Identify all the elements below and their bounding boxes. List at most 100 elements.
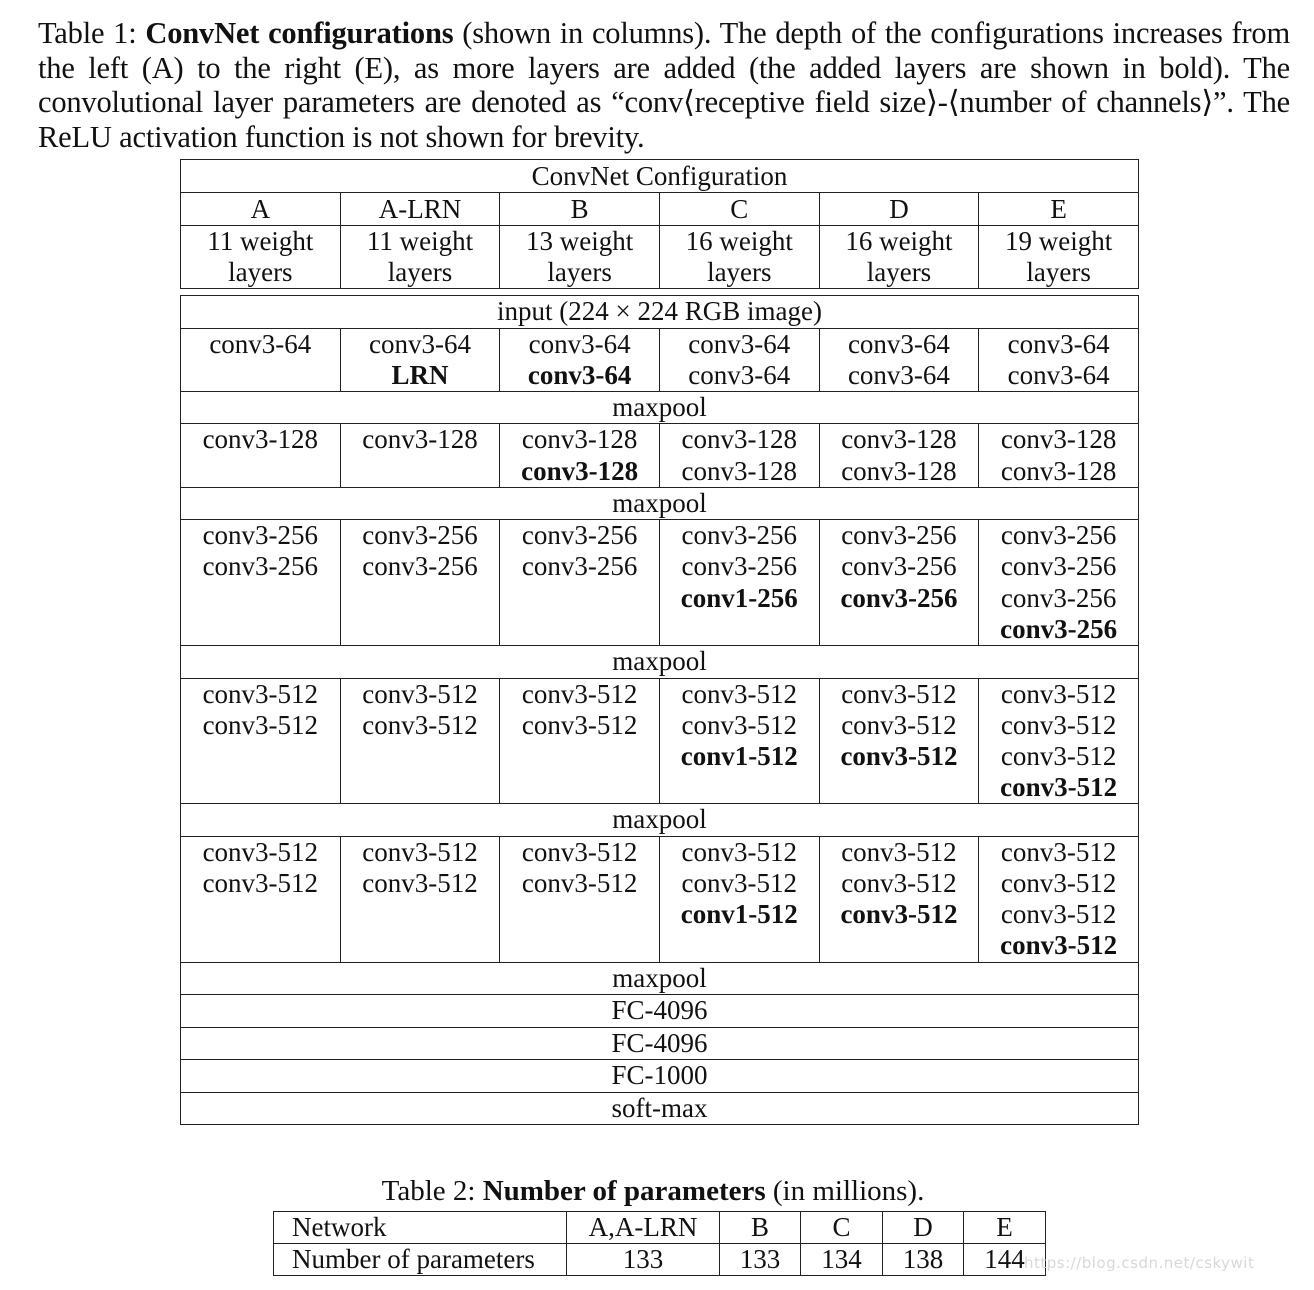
layer-entry: conv3-512 — [521, 836, 638, 867]
empty-line — [500, 583, 659, 614]
table2-header-row: Network A,A-LRN B C D E — [273, 1211, 1046, 1244]
conv-cell: conv3-256 conv3-256 — [180, 519, 341, 646]
layer-entry: LRN — [391, 359, 449, 390]
fc-layer-cell: FC-4096 — [180, 1026, 1139, 1060]
table1-caption-label: Table 1: — [38, 16, 137, 50]
conv-cell: conv3-64 conv3-64 — [499, 327, 660, 392]
conv-cell: conv3-512 conv3-512 — [499, 677, 660, 805]
layer-entry: conv3-256 — [1000, 551, 1117, 582]
layer-entry: conv1-512 — [680, 740, 798, 771]
empty-line — [660, 772, 819, 803]
empty-line — [820, 772, 979, 803]
depth-line: 16 weight — [845, 226, 953, 256]
depth-line: 16 weight — [685, 226, 793, 256]
conv-cell: conv3-128 conv3-128 — [658, 423, 820, 488]
layer-entry: conv3-128 — [521, 455, 639, 486]
maxpool-layer: maxpool — [612, 391, 707, 422]
empty-line — [500, 741, 659, 772]
depth-line: 11 weight — [207, 226, 314, 256]
layer-entry: conv3-512 — [681, 709, 798, 740]
layer-entry: conv3-512 — [362, 709, 478, 740]
column-name-cell: A-LRN — [339, 192, 501, 226]
depth-line: 19 weight — [1005, 226, 1113, 256]
softmax-layer-row: soft-max — [180, 1091, 1139, 1125]
depth-line: 11 weight — [366, 226, 474, 256]
column-name: B — [570, 194, 589, 224]
empty-line — [181, 772, 340, 803]
conv-block-row: conv3-64 conv3-64 LRN conv3-64 conv3-64 conv… — [180, 327, 1139, 392]
conv-cell: conv3-512 conv3-512 conv3-512 conv3-512 — [978, 835, 1139, 963]
column-name: D — [889, 194, 909, 224]
layer-entry: conv1-512 — [680, 899, 798, 930]
depth-cell: 13 weight layers — [499, 225, 660, 289]
layer-entry: conv3-128 — [521, 424, 638, 455]
layer-entry: conv3-64 — [368, 328, 471, 359]
table1-title: ConvNet Configuration — [531, 161, 788, 191]
layer-entry: conv3-64 — [688, 328, 791, 359]
conv-cell: conv3-512 conv3-512 — [339, 677, 501, 805]
layer-entry: conv3-512 — [840, 899, 958, 930]
layer-entry: conv3-256 — [681, 520, 798, 551]
conv-cell: conv3-256 conv3-256 conv3-256 — [818, 519, 980, 646]
empty-line — [820, 930, 979, 961]
conv-cell: conv3-512 conv3-512 — [180, 835, 341, 963]
table1-depth-row: 11 weight layers 11 weight layers 13 weight l… — [180, 225, 1139, 289]
layer-entry: conv3-512 — [840, 740, 958, 771]
conv-cell: conv3-512 conv3-512 conv1-512 — [658, 677, 820, 805]
fc-layer-row: FC-4096 — [180, 1026, 1139, 1060]
maxpool-layer-row: maxpool — [180, 486, 1139, 521]
fc-layer: FC-4096 — [611, 995, 708, 1025]
empty-line — [341, 930, 500, 961]
table1-body: input (224 × 224 RGB image) conv3-64 conv… — [180, 295, 1139, 1125]
layer-entry: conv3-512 — [362, 678, 478, 709]
layer-entry: conv3-64 — [1007, 328, 1110, 359]
layer-entry: conv3-64 — [528, 328, 631, 359]
layer-entry: conv3-64 — [688, 359, 791, 390]
layer-entry: conv3-512 — [1000, 678, 1117, 709]
table2-header-cell: D — [882, 1211, 964, 1244]
column-name: C — [730, 194, 749, 224]
conv-block-row: conv3-512 conv3-512 conv3-512 conv3-512 co… — [180, 835, 1139, 963]
conv-cell: conv3-64 conv3-64 — [658, 327, 820, 392]
layer-entry: conv3-128 — [841, 424, 957, 455]
table2-caption-text: (in millions). — [772, 1175, 925, 1207]
layer-entry: conv3-512 — [1000, 772, 1118, 803]
layer-entry: conv3-256 — [840, 582, 958, 613]
table2: Network A,A-LRN B C D E Number of parame… — [273, 1211, 1046, 1276]
layer-entry: conv3-512 — [202, 678, 319, 709]
empty-line — [181, 614, 340, 645]
table1-title-cell: ConvNet Configuration — [180, 159, 1139, 193]
table2-caption: Table 2: Number of parameters (in millio… — [0, 1175, 1314, 1208]
column-name-cell: C — [658, 192, 820, 226]
column-name: A-LRN — [378, 194, 462, 224]
layer-entry: conv3-256 — [681, 551, 798, 582]
empty-line — [181, 741, 340, 772]
conv-cell: conv3-64 — [180, 327, 341, 392]
layer-entry: conv3-256 — [362, 551, 478, 582]
maxpool-layer-row: maxpool — [180, 803, 1139, 837]
empty-line — [181, 930, 340, 961]
table2-data-row: Number of parameters 133 133 134 138 144 — [273, 1243, 1046, 1276]
layer-entry: conv3-256 — [202, 520, 319, 551]
conv-cell: conv3-128 — [339, 423, 501, 488]
depth-line: layers — [866, 257, 932, 287]
layer-entry: conv3-128 — [681, 424, 798, 455]
maxpool-layer-cell: maxpool — [180, 645, 1139, 679]
table2-value-cell: 134 — [800, 1243, 883, 1276]
empty-line — [341, 456, 500, 487]
layer-entry: conv3-512 — [681, 836, 798, 867]
empty-line — [500, 899, 659, 930]
maxpool-layer-row: maxpool — [180, 645, 1139, 679]
conv-cell: conv3-512 conv3-512 — [499, 835, 660, 963]
layer-entry: conv3-512 — [1000, 836, 1117, 867]
table2-row-label: Number of parameters — [273, 1243, 567, 1276]
empty-line — [500, 614, 659, 645]
maxpool-layer-row: maxpool — [180, 961, 1139, 995]
column-name-cell: A — [180, 192, 341, 226]
depth-cell: 16 weight layers — [818, 225, 980, 289]
layer-entry: conv3-64 — [209, 328, 312, 359]
maxpool-layer-cell: maxpool — [180, 961, 1139, 995]
maxpool-layer-cell: maxpool — [180, 390, 1139, 425]
depth-line: 13 weight — [526, 226, 634, 256]
empty-line — [341, 741, 500, 772]
